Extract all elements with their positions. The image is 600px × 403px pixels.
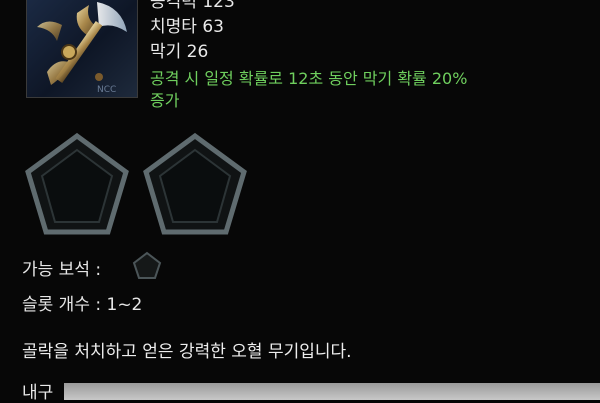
slot-count: 슬롯 개수 : 1~2 (22, 295, 143, 315)
pentagon-socket-icon[interactable] (22, 130, 132, 240)
block-stat: 막기 26 (150, 42, 209, 62)
axe-icon: NCC (37, 2, 127, 95)
pentagon-gem-icon (132, 251, 162, 279)
attack-stat: 공격력 123 (150, 0, 235, 12)
weapon-item-icon: NCC (26, 0, 138, 98)
item-tooltip: NCC 공격력 123 치명타 63 막기 26 공격 시 일정 확률로 12초… (0, 0, 600, 403)
crit-stat: 치명타 63 (150, 17, 224, 37)
special-effect-text: 공격 시 일정 확률로 12초 동안 막기 확률 20% (150, 69, 468, 88)
durability-label: 내구 (22, 383, 54, 403)
item-stats: 공격력 123 치명타 63 막기 26 공격 시 일정 확률로 12초 동안 … (150, 0, 590, 113)
svg-text:NCC: NCC (97, 85, 116, 95)
durability-bar (64, 383, 600, 400)
pentagon-socket-icon[interactable] (140, 130, 250, 240)
gem-label: 가능 보석 : (22, 260, 102, 280)
item-description: 골락을 처치하고 얻은 강력한 오혈 무기입니다. (22, 342, 352, 362)
special-effect-text-cont: 증가 (150, 91, 180, 110)
